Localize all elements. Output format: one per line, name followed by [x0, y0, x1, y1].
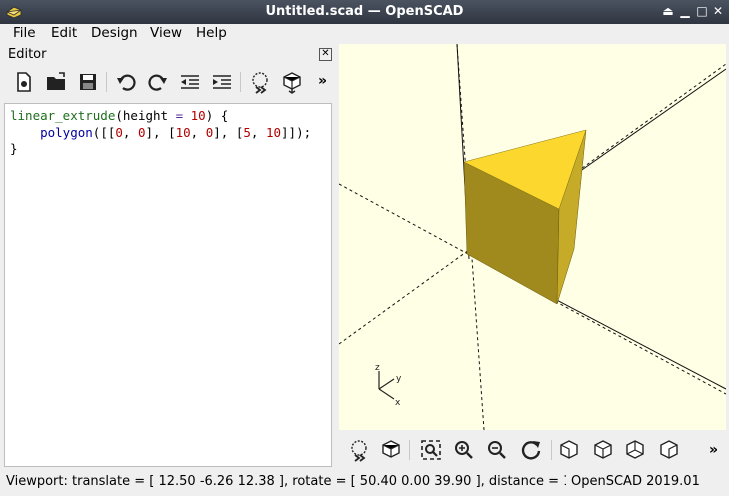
view-top-icon[interactable]	[591, 438, 615, 462]
toolbar-separator	[240, 72, 241, 92]
open-file-icon[interactable]	[44, 70, 68, 94]
toolbar-more-icon[interactable]: »	[318, 73, 327, 89]
view-toolbar-more-icon[interactable]: »	[709, 442, 718, 458]
view-all-icon[interactable]	[419, 438, 443, 462]
unindent-icon[interactable]	[178, 70, 202, 94]
zoom-in-icon[interactable]	[452, 438, 476, 462]
menu-file[interactable]: File	[13, 25, 36, 41]
new-file-icon[interactable]	[12, 70, 36, 94]
menu-view[interactable]: View	[150, 25, 182, 41]
view-toolbar: »	[339, 430, 729, 470]
code-line-2: polygon([[0, 0], [10, 0], [5, 10]]);	[40, 124, 312, 140]
view-right-icon[interactable]	[557, 438, 581, 462]
menu-bar: File Edit Design View Help	[0, 24, 729, 44]
menu-help[interactable]: Help	[196, 25, 227, 41]
view-left-icon[interactable]	[657, 438, 681, 462]
window-title: Untitled.scad — OpenSCAD	[265, 4, 464, 19]
editor-panel: Editor ✕ » linear_extrude(height = 10) {…	[0, 44, 335, 468]
shade-icon[interactable]: ⏏	[660, 3, 676, 19]
toolbar-separator	[551, 440, 552, 460]
gizmo-y-label: y	[396, 374, 402, 384]
maximize-icon[interactable]: □	[694, 3, 710, 19]
gizmo-x-axis	[378, 388, 395, 400]
code-editor[interactable]: linear_extrude(height = 10) { polygon([[…	[4, 103, 332, 467]
extruded-triangle-model	[463, 129, 587, 305]
version-label: OpenSCAD 2019.01	[571, 474, 700, 489]
axis-gizmo	[378, 371, 395, 400]
menu-edit[interactable]: Edit	[51, 25, 77, 41]
zoom-out-icon[interactable]	[485, 438, 509, 462]
reset-view-icon[interactable]	[519, 438, 543, 462]
save-icon[interactable]	[76, 70, 100, 94]
gizmo-y-axis	[378, 378, 395, 390]
undo-icon[interactable]	[114, 70, 138, 94]
title-bar: Untitled.scad — OpenSCAD ⏏ ▁ □ ✕	[0, 0, 729, 24]
toolbar-separator	[409, 440, 410, 460]
menu-design[interactable]: Design	[91, 25, 138, 41]
preview-icon[interactable]	[347, 438, 371, 462]
gizmo-x-label: x	[395, 398, 401, 408]
render-icon[interactable]	[379, 438, 403, 462]
indent-icon[interactable]	[210, 70, 234, 94]
code-line-3: }	[10, 141, 18, 156]
gizmo-z-label: z	[375, 363, 380, 373]
editor-title: Editor	[8, 47, 47, 62]
3d-scene: z y x	[339, 44, 726, 430]
render-icon[interactable]	[280, 70, 304, 94]
view-bottom-icon[interactable]	[623, 438, 647, 462]
close-icon[interactable]: ✕	[710, 3, 726, 19]
toolbar-separator	[106, 72, 107, 92]
minimize-icon[interactable]: ▁	[677, 3, 693, 19]
preview-icon[interactable]	[248, 70, 272, 94]
redo-icon[interactable]	[146, 70, 170, 94]
editor-close-icon[interactable]: ✕	[319, 48, 332, 61]
status-bar: Viewport: translate = [ 12.50 -6.26 12.3…	[0, 470, 729, 496]
3d-viewport[interactable]: z y x	[339, 44, 726, 430]
editor-toolbar: »	[0, 66, 335, 98]
code-line-1: linear_extrude(height = 10) {	[10, 108, 229, 123]
viewport-status: Viewport: translate = [ 12.50 -6.26 12.3…	[6, 474, 566, 489]
